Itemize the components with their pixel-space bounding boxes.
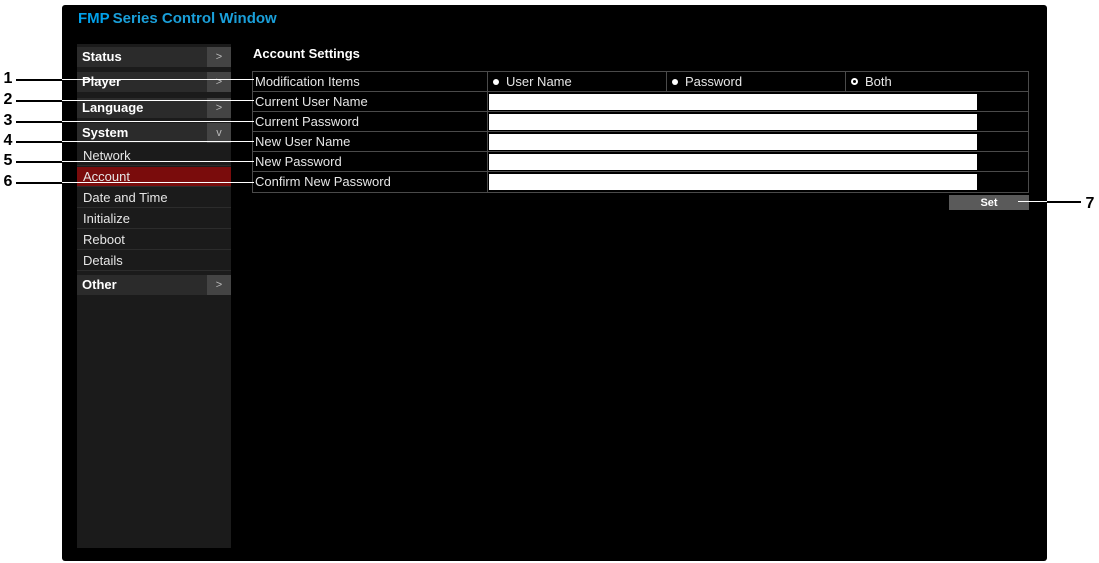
column-divider bbox=[487, 112, 488, 132]
control-window: FMP Series Control Window Status > Player… bbox=[62, 5, 1047, 561]
callout-6: 6 bbox=[3, 173, 13, 190]
radio-dot-icon bbox=[493, 78, 499, 85]
confirm-new-password-field[interactable] bbox=[489, 174, 977, 190]
radio-user-name[interactable]: User Name bbox=[493, 72, 572, 92]
column-divider bbox=[487, 172, 488, 192]
callout-leader-line bbox=[16, 100, 62, 102]
sidebar-item-language[interactable]: Language > bbox=[77, 98, 231, 118]
radio-selected-icon bbox=[851, 78, 858, 86]
sidebar-item-label: Details bbox=[83, 253, 123, 268]
new-password-label: New Password bbox=[255, 154, 342, 169]
callout-1: 1 bbox=[3, 70, 13, 87]
current-password-field[interactable] bbox=[489, 114, 977, 130]
modification-items-label: Modification Items bbox=[255, 74, 360, 89]
new-user-name-label: New User Name bbox=[255, 134, 351, 149]
sidebar-item-details[interactable]: Details bbox=[77, 251, 231, 271]
callout-5: 5 bbox=[3, 152, 13, 169]
new-password-field[interactable] bbox=[489, 154, 977, 170]
callout-7: 7 bbox=[1085, 195, 1095, 212]
sidebar-item-initialize[interactable]: Initialize bbox=[77, 209, 231, 229]
chevron-right-icon[interactable]: > bbox=[207, 98, 231, 118]
chevron-right-icon[interactable]: > bbox=[207, 47, 231, 67]
confirm-new-password-label: Confirm New Password bbox=[255, 174, 391, 189]
sidebar-item-label: Date and Time bbox=[83, 190, 168, 205]
sidebar: Status > Player > Language > System v Ne… bbox=[77, 44, 231, 548]
set-button[interactable]: Set bbox=[949, 195, 1029, 210]
sidebar-item-other[interactable]: Other > bbox=[77, 275, 231, 295]
window-title-text: Series Control Window bbox=[112, 10, 277, 27]
callout-leader-line bbox=[62, 79, 254, 80]
callout-leader-line bbox=[16, 161, 62, 163]
current-password-row: Current Password bbox=[253, 112, 1028, 132]
sidebar-item-label: Language bbox=[82, 100, 144, 115]
current-password-label: Current Password bbox=[255, 114, 360, 129]
column-divider bbox=[487, 72, 488, 92]
chevron-right-icon[interactable]: > bbox=[207, 275, 231, 295]
sidebar-item-label: Initialize bbox=[83, 211, 130, 226]
chevron-down-icon[interactable]: v bbox=[207, 123, 231, 143]
callout-leader-line bbox=[62, 161, 254, 162]
new-password-row: New Password bbox=[253, 152, 1028, 172]
radio-dot-icon bbox=[672, 78, 678, 85]
sidebar-item-network[interactable]: Network bbox=[77, 146, 231, 166]
callout-leader-line bbox=[16, 182, 62, 184]
column-divider bbox=[487, 92, 488, 112]
sidebar-item-player[interactable]: Player > bbox=[77, 72, 231, 92]
sidebar-item-date-and-time[interactable]: Date and Time bbox=[77, 188, 231, 208]
column-divider bbox=[845, 72, 846, 92]
new-user-name-field[interactable] bbox=[489, 134, 977, 150]
callout-leader-line bbox=[1018, 201, 1047, 202]
confirm-new-password-row: Confirm New Password bbox=[253, 172, 1028, 192]
sidebar-item-label: Other bbox=[82, 277, 117, 292]
sidebar-item-label: Player bbox=[82, 74, 122, 89]
callout-leader-line bbox=[62, 182, 254, 183]
radio-label: Both bbox=[865, 74, 892, 89]
callout-3: 3 bbox=[3, 112, 13, 129]
sidebar-item-status[interactable]: Status > bbox=[77, 47, 231, 67]
modification-items-row: Modification Items User Name Password Bo… bbox=[253, 72, 1028, 92]
column-divider bbox=[487, 132, 488, 152]
chevron-right-icon[interactable]: > bbox=[207, 72, 231, 92]
callout-leader-line bbox=[62, 100, 254, 101]
sidebar-item-label: System bbox=[82, 125, 129, 140]
current-user-name-label: Current User Name bbox=[255, 94, 368, 109]
radio-both[interactable]: Both bbox=[851, 72, 892, 92]
callout-leader-line bbox=[16, 121, 62, 123]
page-title: Account Settings bbox=[253, 46, 360, 61]
sidebar-item-label: Reboot bbox=[83, 232, 125, 247]
callout-leader-line bbox=[62, 141, 254, 142]
radio-label: Password bbox=[685, 74, 743, 89]
column-divider bbox=[487, 152, 488, 172]
brand-name: FMP bbox=[78, 10, 110, 27]
account-settings-form: Modification Items User Name Password Bo… bbox=[252, 71, 1029, 193]
callout-leader-line bbox=[62, 121, 254, 122]
callout-4: 4 bbox=[3, 132, 13, 149]
window-title: FMP Series Control Window bbox=[78, 10, 277, 27]
current-user-name-row: Current User Name bbox=[253, 92, 1028, 112]
radio-password[interactable]: Password bbox=[672, 72, 742, 92]
sidebar-item-reboot[interactable]: Reboot bbox=[77, 230, 231, 250]
callout-leader-line bbox=[16, 141, 62, 143]
callout-leader-line bbox=[16, 79, 62, 81]
current-user-name-field[interactable] bbox=[489, 94, 977, 110]
sidebar-item-label: Status bbox=[82, 49, 122, 64]
new-user-name-row: New User Name bbox=[253, 132, 1028, 152]
sidebar-item-system[interactable]: System v bbox=[77, 123, 231, 143]
callout-leader-line bbox=[1047, 201, 1081, 203]
callout-2: 2 bbox=[3, 91, 13, 108]
sidebar-item-account[interactable]: Account bbox=[77, 167, 231, 187]
column-divider bbox=[666, 72, 667, 92]
radio-label: User Name bbox=[506, 74, 572, 89]
